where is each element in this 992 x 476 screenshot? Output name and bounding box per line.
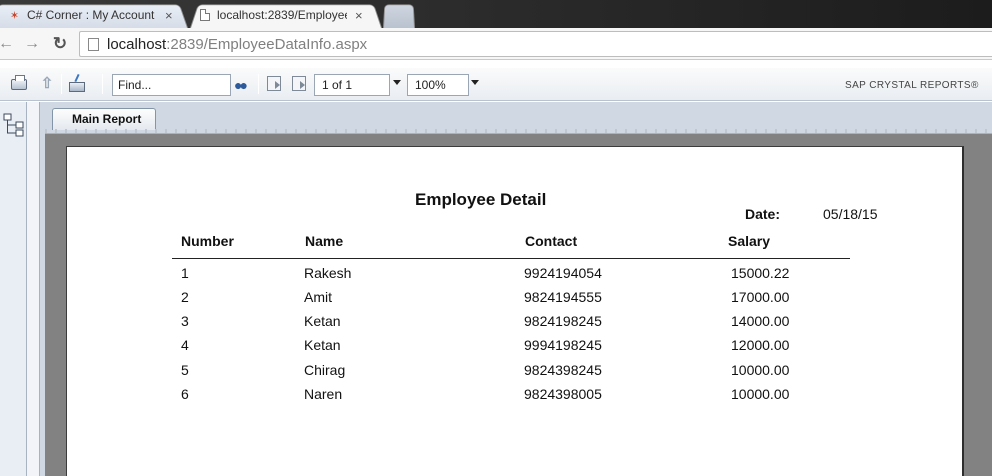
column-header-contact: Contact: [525, 233, 578, 249]
zoom-dropdown-arrow-icon[interactable]: [471, 80, 479, 85]
forward-arrow-icon[interactable]: →: [22, 33, 42, 55]
cell-contact: 9824398245: [524, 362, 602, 378]
zoom-select[interactable]: 100%: [407, 74, 469, 96]
next-page-icon[interactable]: [267, 76, 281, 91]
column-header-name: Name: [305, 233, 344, 249]
cell-name: Ketan: [304, 313, 341, 329]
group-tree-icon[interactable]: [3, 113, 25, 137]
cell-number: 2: [181, 289, 189, 305]
date-label: Date:: [745, 206, 781, 222]
close-tab-icon[interactable]: ×: [165, 8, 173, 23]
browser-tab-title: C# Corner : My Account -: [27, 8, 157, 22]
header-divider: [172, 258, 850, 259]
browser-navbar: ← → ↻ localhost:2839/EmployeeDataInfo.as…: [0, 28, 992, 60]
find-input[interactable]: Find...: [112, 74, 231, 96]
cell-contact: 9824194555: [524, 289, 602, 305]
page-icon: [88, 37, 99, 51]
cell-salary: 15000.22: [731, 265, 790, 281]
upload-arrow-icon[interactable]: ⇧: [37, 74, 57, 92]
cell-number: 4: [181, 337, 189, 353]
tab-main-report[interactable]: Main Report: [52, 108, 156, 130]
date-value: 05/18/15: [823, 206, 878, 222]
crystal-reports-brand: SAP CRYSTAL REPORTS®: [845, 80, 979, 91]
c-corner-favicon-icon: ✶: [9, 9, 20, 22]
close-tab-icon[interactable]: ×: [355, 8, 363, 23]
last-page-icon[interactable]: [292, 76, 306, 91]
page-dropdown-arrow-icon[interactable]: [393, 80, 401, 85]
cell-salary: 14000.00: [731, 313, 790, 329]
back-arrow-icon[interactable]: ←: [0, 33, 16, 55]
binoculars-search-icon[interactable]: ●●: [234, 77, 248, 93]
print-icon[interactable]: [9, 74, 29, 93]
cell-name: Chirag: [304, 362, 346, 378]
group-tree-panel: [0, 102, 27, 476]
toolbar-divider: [102, 74, 103, 94]
cell-contact: 9924194054: [524, 265, 602, 281]
cell-contact: 9824198245: [524, 313, 602, 329]
browser-tab-c-corner[interactable]: ✶ C# Corner : My Account - ×: [0, 2, 188, 28]
address-bar[interactable]: localhost:2839/EmployeeDataInfo.aspx: [79, 31, 992, 57]
toolbar-divider: [258, 74, 259, 94]
column-header-number: Number: [181, 233, 234, 249]
url-text: localhost:2839/EmployeeDataInfo.aspx: [107, 35, 368, 53]
page-number-field[interactable]: 1 of 1: [314, 74, 390, 96]
column-header-salary: Salary: [728, 233, 771, 249]
report-title: Employee Detail: [415, 190, 547, 209]
reload-icon[interactable]: ↻: [50, 33, 70, 55]
cell-name: Ketan: [304, 337, 341, 353]
browser-tab-localhost[interactable]: localhost:2839/EmployeeD ×: [190, 2, 382, 28]
cell-number: 3: [181, 313, 189, 329]
cell-salary: 10000.00: [731, 386, 790, 402]
page-favicon-icon: [198, 9, 211, 22]
cell-contact: 9824398005: [524, 386, 602, 402]
cell-salary: 17000.00: [731, 289, 790, 305]
browser-tab-title: localhost:2839/EmployeeD: [217, 8, 347, 22]
cell-contact: 9994198245: [524, 337, 602, 353]
new-tab-button[interactable]: [383, 2, 415, 28]
cell-name: Amit: [304, 289, 332, 305]
cell-salary: 10000.00: [731, 362, 790, 378]
cell-salary: 12000.00: [731, 337, 790, 353]
cell-number: 1: [181, 265, 189, 281]
cell-number: 6: [181, 386, 189, 402]
export-icon[interactable]: [67, 75, 87, 93]
toolbar-divider: [61, 74, 62, 94]
browser-tabstrip: ✶ C# Corner : My Account - × localhost:2…: [0, 0, 992, 28]
panel-gap: [27, 102, 39, 476]
cell-name: Naren: [304, 386, 343, 402]
cell-number: 5: [181, 362, 189, 378]
cell-name: Rakesh: [304, 265, 352, 281]
